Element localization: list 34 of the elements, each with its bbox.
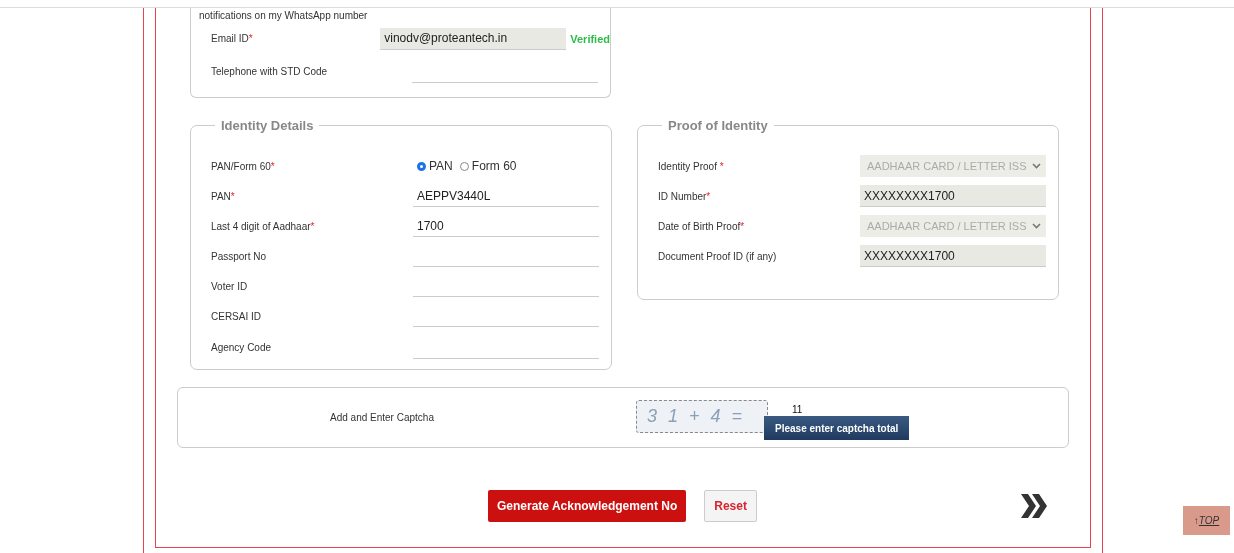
field-label: Last 4 digit of Aadhaar* (211, 220, 316, 232)
reset-button[interactable]: Reset (704, 490, 757, 522)
field-label: Date of Birth Proof* (658, 220, 746, 232)
field-label: Document Proof ID (if any) (658, 250, 778, 262)
field-label: CERSAI ID (211, 310, 262, 322)
chevron-down-icon (1032, 163, 1041, 169)
chevron-down-icon (1032, 223, 1041, 229)
section-legend: Proof of Identity (662, 118, 774, 133)
field-label: ID Number* (658, 190, 712, 202)
field-label: Passport No (211, 250, 268, 262)
input-field[interactable]: AEPPV3440L (413, 185, 599, 207)
field-label: PAN/Form 60* (211, 160, 276, 172)
captcha-image: 3 1 + 4 = (636, 399, 768, 433)
field-label: Identity Proof * (658, 160, 725, 172)
double-chevron-right-icon[interactable] (1020, 494, 1047, 518)
verified-status: Verified (570, 32, 610, 45)
input-field[interactable]: XXXXXXXX1700 (860, 185, 1046, 207)
section-legend: Identity Details (215, 118, 320, 133)
radio-option[interactable]: Form 60 (455, 159, 517, 173)
field-label: Email ID* (211, 33, 254, 44)
field-label: Voter ID (211, 280, 249, 292)
consent-text: notifications on my WhatsApp number (199, 10, 369, 22)
captcha-tooltip: Please enter captcha total (764, 416, 910, 440)
input-field[interactable]: XXXXXXXX1700 (860, 245, 1046, 267)
field-label: Telephone with STD Code (211, 66, 329, 77)
captcha-field[interactable]: 11 (792, 404, 822, 415)
email-field[interactable]: vinodv@proteantech.in (380, 27, 567, 50)
captcha-label: Add and Enter Captcha (330, 412, 435, 423)
field-label: Agency Code (211, 342, 273, 353)
back-to-top-link[interactable]: ↑TOP (1183, 506, 1230, 535)
radio-option[interactable]: PAN (413, 159, 453, 173)
input-field[interactable]: 1700 (413, 215, 599, 237)
generate-button[interactable]: Generate Acknowledgement No (488, 490, 687, 522)
field-label: PAN* (211, 190, 236, 202)
